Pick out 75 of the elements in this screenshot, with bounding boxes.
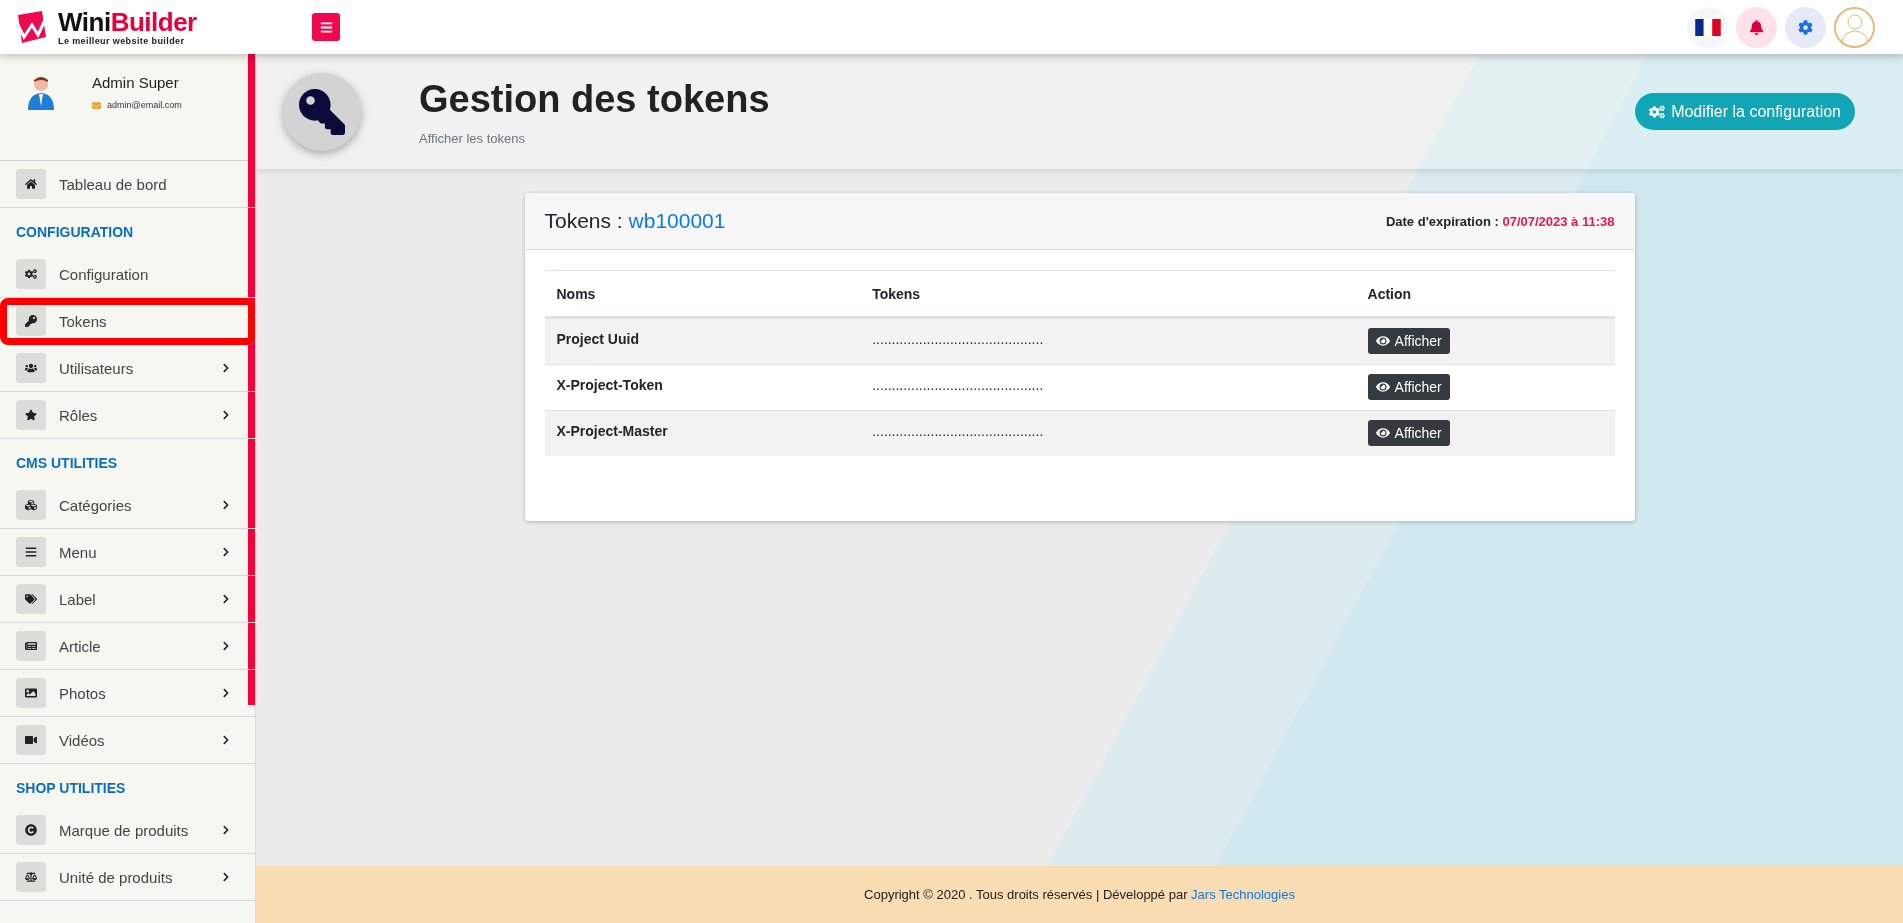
menu-icon bbox=[319, 20, 333, 34]
notifications-button[interactable] bbox=[1736, 6, 1777, 48]
gears-icon bbox=[1649, 103, 1666, 120]
table-cell-text: Project Uuid bbox=[555, 330, 640, 349]
page-title: Gestion des tokens bbox=[419, 77, 770, 121]
chevron-icon bbox=[221, 872, 231, 882]
sidebar-item[interactable]: Article bbox=[0, 623, 255, 670]
sidebar-item[interactable]: Utilisateurs bbox=[0, 345, 255, 392]
key-icon bbox=[299, 88, 345, 135]
gears-icon bbox=[25, 268, 37, 280]
eye-icon bbox=[1375, 426, 1390, 440]
chevron-icon bbox=[221, 688, 231, 698]
bell-icon bbox=[1749, 19, 1764, 35]
envelope-icon bbox=[92, 100, 101, 110]
sidebar-item[interactable]: Rôles bbox=[0, 392, 255, 439]
chevron-icon bbox=[221, 500, 231, 510]
sidebar-item[interactable]: Catégories bbox=[0, 482, 255, 529]
star-icon bbox=[25, 409, 37, 421]
sidebar-item[interactable]: Configuration bbox=[0, 251, 255, 298]
settings-button[interactable] bbox=[1785, 6, 1826, 48]
newspaper-icon bbox=[25, 640, 37, 652]
sidebar-item[interactable]: Photos bbox=[0, 670, 255, 717]
person-icon bbox=[1839, 11, 1870, 43]
chevron-icon bbox=[221, 594, 231, 604]
table-cell-text: X-Project-Master bbox=[555, 422, 669, 441]
table-cell-text: X-Project-Token bbox=[555, 376, 664, 395]
video-camera-icon bbox=[25, 734, 37, 746]
eye-icon bbox=[1375, 334, 1390, 348]
scale-icon bbox=[25, 871, 37, 883]
section-heading: CONFIGURATION bbox=[15, 223, 135, 242]
sidebar-item[interactable]: Menu bbox=[0, 529, 255, 576]
logo-name: WiniBuilder bbox=[58, 8, 197, 35]
copyright-text: Copyright © 2020 . Tous droits réservés | Développé par Jars Technologies bbox=[864, 887, 1295, 902]
user-email: admin@email.com bbox=[107, 100, 182, 110]
image-icon bbox=[25, 687, 37, 699]
sidebar-item[interactable]: Vidéos bbox=[0, 717, 255, 764]
section-heading: SHOP UTILITIES bbox=[15, 779, 127, 798]
logo-tagline: Le meilleur website builder bbox=[58, 36, 186, 46]
copyright-icon bbox=[25, 824, 37, 836]
show-button[interactable]: Afficher bbox=[1367, 420, 1450, 446]
chevron-icon bbox=[221, 735, 231, 745]
chevron-icon bbox=[221, 641, 231, 651]
eye-icon bbox=[1375, 380, 1390, 394]
user-name: Admin Super bbox=[92, 74, 180, 91]
sidebar-item[interactable]: Tokens bbox=[0, 298, 255, 345]
show-button[interactable]: Afficher bbox=[1367, 328, 1450, 354]
sidebar-item[interactable]: Tableau de bord bbox=[0, 161, 255, 208]
users-icon bbox=[25, 362, 37, 374]
page-subtitle: Afficher les tokens bbox=[419, 130, 526, 146]
column-header: Noms bbox=[555, 284, 597, 304]
flag-icon bbox=[1694, 18, 1721, 36]
sidebar-item[interactable]: Label bbox=[0, 576, 255, 623]
tags-icon bbox=[25, 593, 37, 605]
expiry-date: Date d'expiration : 07/07/2023 à 11:38 bbox=[1385, 213, 1615, 229]
section-heading: CMS UTILITIES bbox=[15, 454, 119, 473]
card-title: Tokens : wb100001 bbox=[544, 209, 726, 233]
sidebar-item[interactable]: Marque de produits bbox=[0, 807, 255, 854]
show-button[interactable]: Afficher bbox=[1367, 374, 1450, 400]
cubes-icon bbox=[25, 499, 37, 511]
masked-token: ............................................ bbox=[871, 376, 1045, 395]
key-icon bbox=[25, 315, 37, 327]
chevron-icon bbox=[221, 363, 231, 373]
chevron-icon bbox=[221, 410, 231, 420]
column-header: Tokens bbox=[871, 284, 922, 304]
column-header: Action bbox=[1366, 284, 1413, 304]
settings-icon bbox=[1798, 19, 1813, 35]
masked-token: ............................................ bbox=[871, 330, 1045, 349]
menu-button[interactable] bbox=[312, 13, 340, 41]
menu-icon bbox=[25, 546, 37, 558]
sidebar-item[interactable]: Unité de produits bbox=[0, 854, 255, 901]
chevron-icon bbox=[221, 547, 231, 557]
language-button[interactable] bbox=[1687, 6, 1728, 48]
home-icon bbox=[25, 178, 37, 190]
masked-token: ............................................ bbox=[871, 422, 1045, 441]
chevron-icon bbox=[221, 825, 231, 835]
